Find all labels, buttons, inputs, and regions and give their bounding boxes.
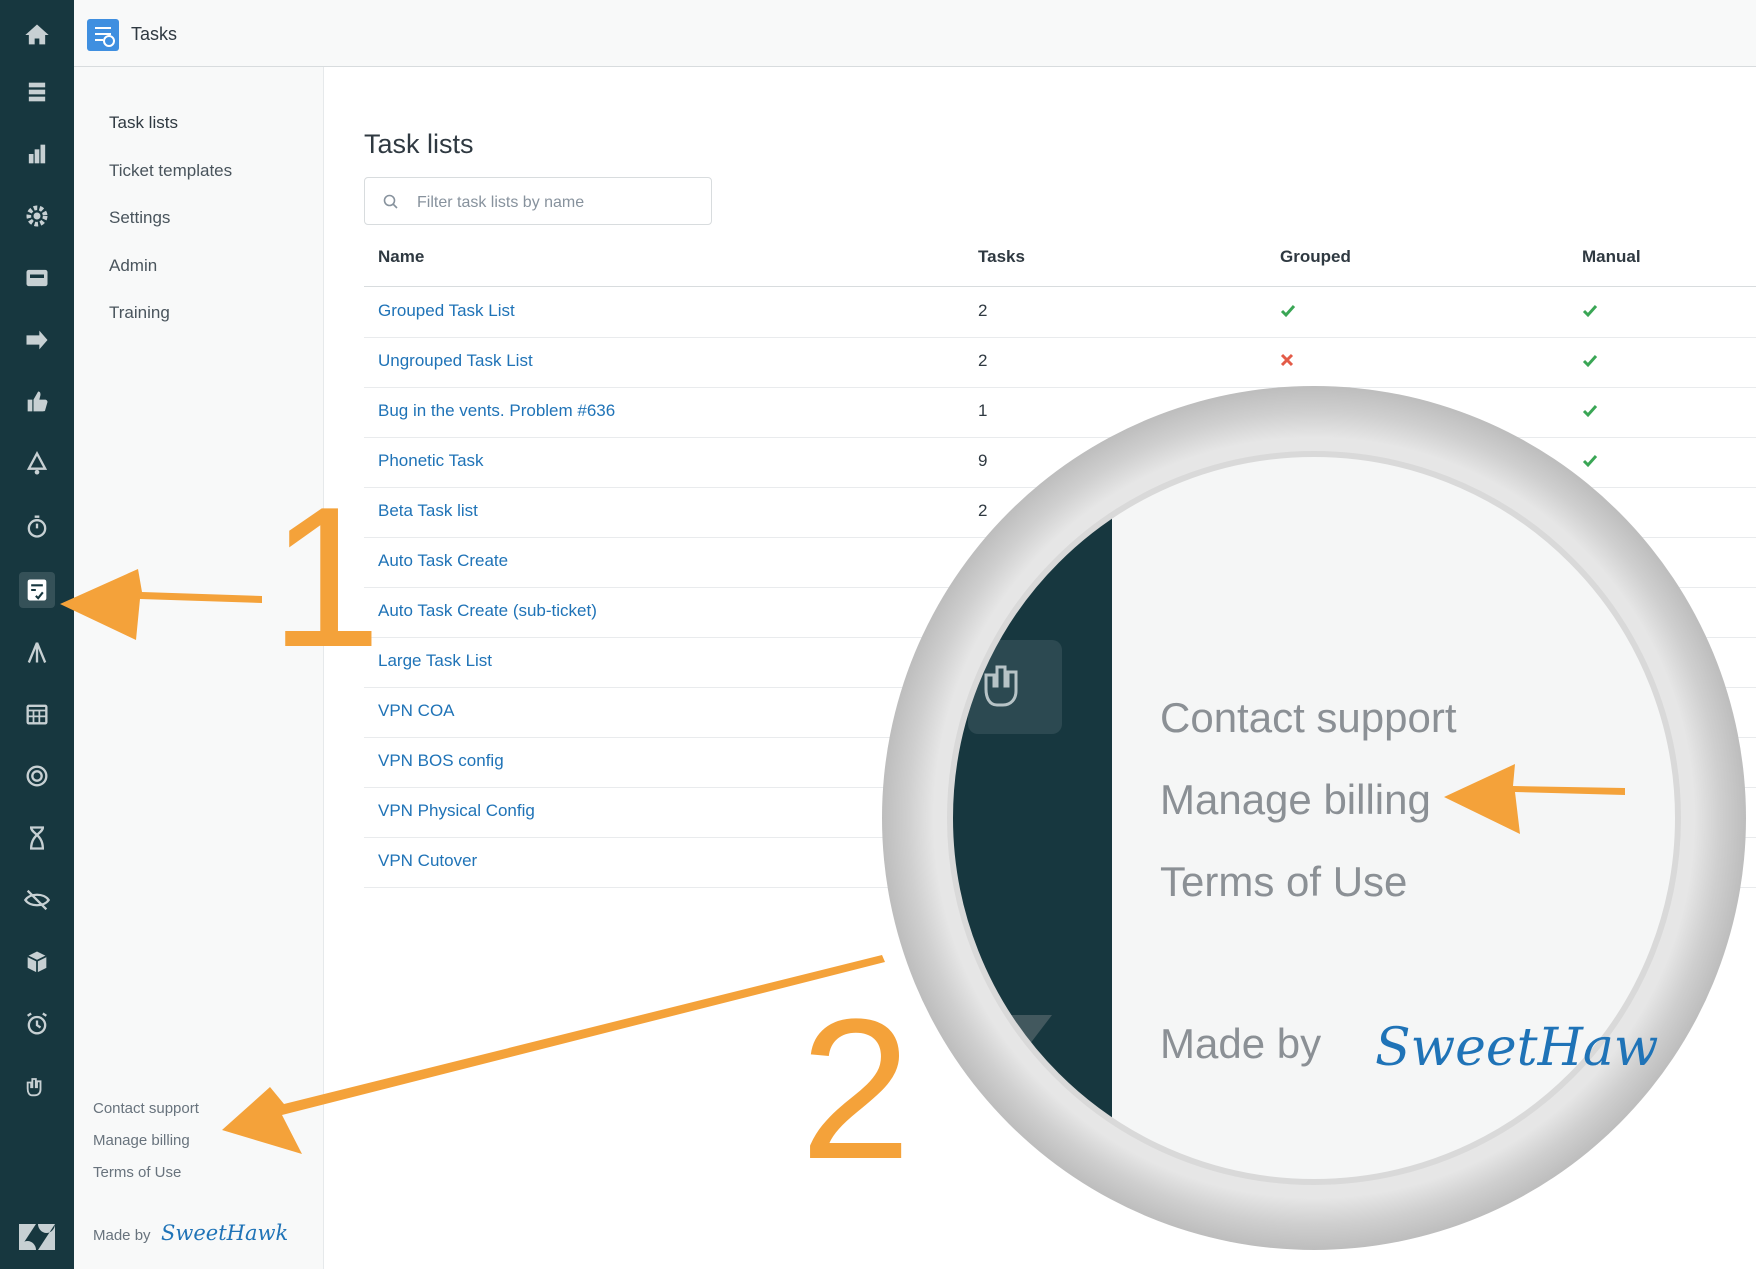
magnifier-made-by: Made by (1160, 1020, 1322, 1067)
magnifier-manage-billing: Manage billing (1160, 776, 1431, 823)
magnifier-sweethawk-logo: SweetHaw (1375, 1018, 1659, 1078)
magnifier-terms-of-use: Terms of Use (1160, 858, 1408, 905)
magnifier-contact-support: Contact support (1160, 694, 1457, 741)
annotation-step-2: 2 (800, 978, 912, 1201)
annotation-step-1: 1 (270, 466, 382, 689)
